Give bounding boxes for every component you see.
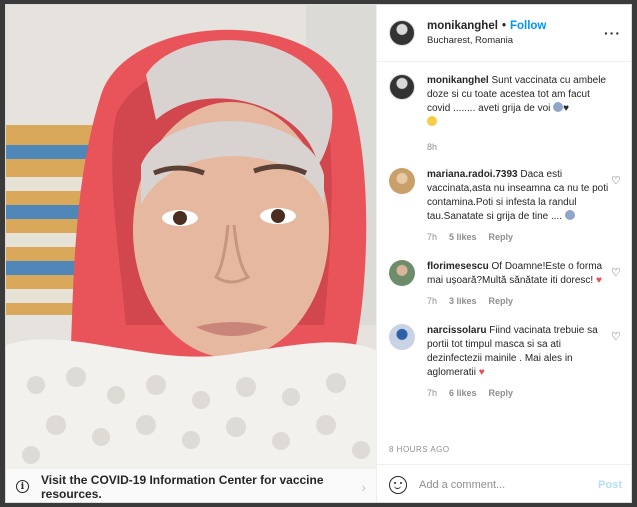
add-comment-bar: Post — [377, 464, 631, 502]
covid-info-text[interactable]: Visit the COVID-19 Information Center fo… — [41, 473, 361, 501]
comments-list[interactable]: monikanghel Sunt vaccinata cu ambele doz… — [377, 62, 631, 445]
emoji-icon — [564, 210, 575, 220]
comment-time: 7h — [427, 232, 438, 242]
post-username[interactable]: monikanghel — [427, 20, 498, 32]
selfie-illustration — [6, 5, 376, 502]
heart-icon[interactable]: ♡ — [611, 332, 621, 343]
comment-time: 7h — [427, 296, 438, 306]
follow-button[interactable]: Follow — [510, 20, 546, 32]
comment-likes[interactable]: 6 likes — [449, 386, 477, 400]
list-item: mariana.radoi.7393 Daca esti vaccinata,a… — [389, 168, 621, 244]
heart-emoji-icon: ♥ — [478, 367, 485, 378]
comment-username[interactable]: narcissolaru — [427, 325, 486, 336]
post-timestamp[interactable]: 8 HOURS AGO — [389, 445, 450, 454]
comment-time: 7h — [427, 388, 438, 398]
heart-icon[interactable]: ♡ — [611, 176, 621, 187]
heart-emoji-icon: ♥ — [595, 275, 602, 286]
comment-input[interactable] — [419, 478, 599, 491]
heart-icon[interactable]: ♡ — [611, 268, 621, 279]
more-options-icon[interactable]: ··· — [604, 25, 621, 41]
caption-time: 8h — [427, 142, 438, 152]
comment-likes[interactable]: 3 likes — [449, 294, 477, 308]
emoji-icon — [427, 116, 437, 126]
list-item: florimesescu Of Doamne!Este o forma mai … — [389, 260, 621, 308]
post-header: monikanghel • Follow Bucharest, Romania … — [377, 5, 631, 62]
comment-username[interactable]: mariana.radoi.7393 — [427, 169, 518, 180]
avatar[interactable] — [389, 20, 415, 46]
avatar[interactable] — [389, 168, 415, 194]
comment-likes[interactable]: 5 likes — [449, 230, 477, 244]
covid-info-banner[interactable]: i Visit the COVID-19 Information Center … — [6, 468, 376, 502]
post-photo[interactable]: i Visit the COVID-19 Information Center … — [6, 5, 376, 502]
caption-username[interactable]: monikanghel — [427, 75, 489, 86]
avatar[interactable] — [389, 260, 415, 286]
reply-button[interactable]: Reply — [489, 230, 514, 244]
post-location[interactable]: Bucharest, Romania — [427, 35, 546, 46]
post-button[interactable]: Post — [598, 479, 622, 491]
comments-panel: monikanghel • Follow Bucharest, Romania … — [376, 5, 631, 502]
comment-username[interactable]: florimesescu — [427, 261, 489, 272]
avatar[interactable] — [389, 74, 415, 100]
heart-emoji-icon: ♥ — [563, 103, 570, 114]
caption: monikanghel Sunt vaccinata cu ambele doz… — [389, 74, 621, 154]
smile-icon[interactable] — [389, 475, 407, 494]
separator-dot: • — [501, 20, 506, 32]
info-icon: i — [16, 480, 29, 493]
reply-button[interactable]: Reply — [489, 386, 514, 400]
post-modal: i Visit the COVID-19 Information Center … — [5, 4, 632, 503]
reply-button[interactable]: Reply — [489, 294, 514, 308]
emoji-icon — [553, 102, 564, 112]
avatar[interactable] — [389, 324, 415, 350]
chevron-right-icon: › — [361, 478, 366, 495]
list-item: narcissolaru Fiind vacinata trebuie sa p… — [389, 324, 621, 400]
